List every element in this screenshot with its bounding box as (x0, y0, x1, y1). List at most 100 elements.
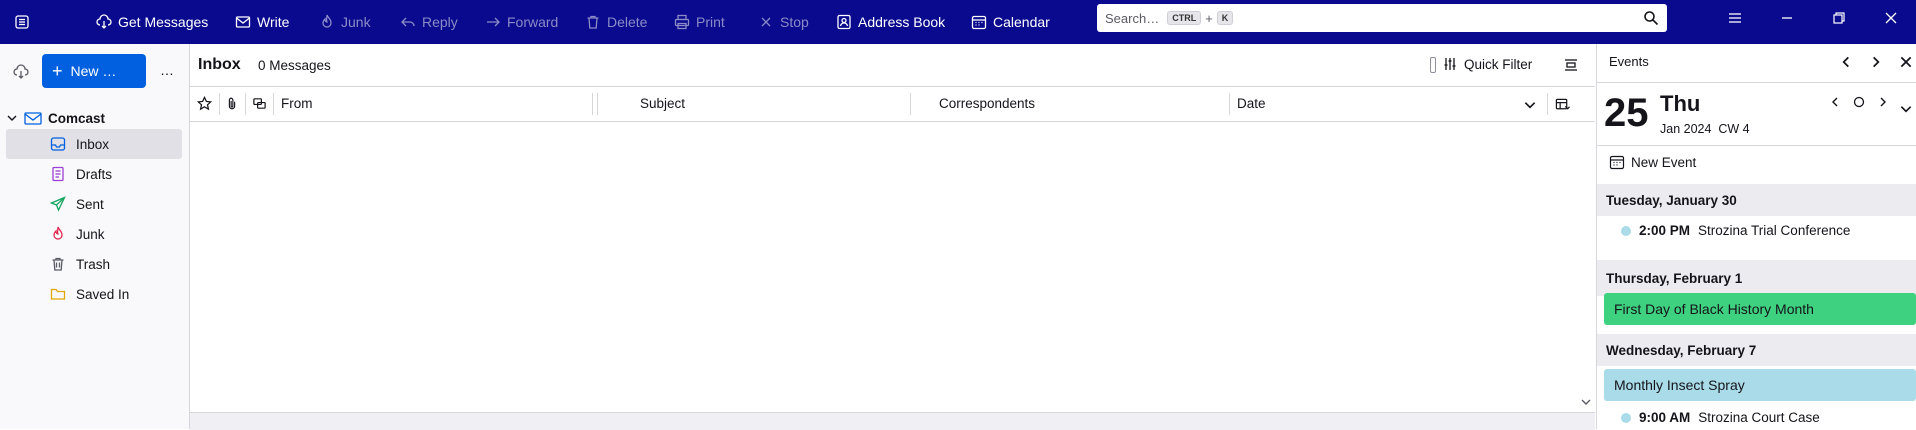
filter-icon (1444, 58, 1456, 70)
column-picker-icon[interactable] (1555, 97, 1570, 112)
day-heading: Tuesday, January 30 (1606, 192, 1737, 208)
calendar-button[interactable]: Calendar (971, 0, 1050, 44)
print-label: Print (696, 14, 725, 30)
close-icon (761, 17, 771, 27)
folder-label-junk: Junk (76, 226, 105, 242)
kbd-plus: + (1205, 10, 1213, 26)
attachment-icon[interactable] (225, 96, 239, 111)
forward-button[interactable]: Forward (485, 0, 558, 44)
message-list-header: Inbox 0 Messages Quick Filter (190, 44, 1595, 87)
message-list-pane: Inbox 0 Messages Quick Filter From Subje… (190, 44, 1595, 430)
search-input[interactable]: Search… CTRL + K (1097, 4, 1667, 32)
trash-icon (587, 15, 599, 29)
folder-label-saved-in: Saved In (76, 286, 130, 302)
thread-icon[interactable] (252, 96, 267, 111)
new-message-button[interactable]: + New Message (42, 54, 146, 88)
folder-trash[interactable]: Trash (6, 249, 182, 279)
get-messages-button[interactable]: Get Messages (96, 0, 208, 44)
event-title: First Day of Black History Month (1614, 301, 1814, 317)
account-row[interactable]: Comcast (6, 106, 105, 130)
new-message-label: New Message (70, 63, 127, 79)
quick-filter-toggle[interactable] (1430, 57, 1436, 73)
event-title: Monthly Insect Spray (1614, 377, 1745, 393)
folder-junk[interactable]: Junk (6, 219, 182, 249)
calendar-label: Calendar (993, 14, 1050, 30)
cloud-download-icon[interactable] (13, 64, 29, 80)
stop-button[interactable]: Stop (758, 0, 809, 44)
kbd-k: K (1216, 11, 1234, 25)
event-time: 2:00 PM (1639, 223, 1691, 238)
folder-title: Inbox (198, 56, 241, 73)
main-toolbar: Get Messages Write Junk Reply Forward De… (0, 0, 1916, 44)
event-title: Strozina Trial Conference (1698, 223, 1851, 238)
next-day-icon[interactable] (1877, 96, 1889, 108)
cloud-download-icon (96, 14, 112, 29)
column-date[interactable]: Date (1237, 96, 1266, 111)
chevron-down-icon[interactable] (6, 112, 18, 124)
sort-chevron-down-icon[interactable] (1523, 98, 1537, 112)
kbd-ctrl: CTRL (1167, 11, 1202, 25)
layout-options-icon[interactable] (1563, 57, 1579, 73)
junk-label: Junk (341, 14, 371, 30)
new-event-label: New Event (1631, 154, 1697, 170)
event-item[interactable]: 2:00 PM Strozina Trial Conference (1621, 223, 1850, 238)
scroll-down-icon[interactable] (1580, 396, 1592, 408)
printer-icon (674, 14, 690, 30)
write-button[interactable]: Write (235, 0, 289, 44)
get-messages-label: Get Messages (118, 14, 209, 30)
event-time: 9:00 AM (1639, 410, 1691, 425)
chevron-left-icon[interactable] (1839, 55, 1853, 69)
new-event-button[interactable]: New Event (1609, 154, 1696, 170)
more-options-button[interactable]: … (160, 62, 174, 78)
horizontal-scrollbar[interactable] (190, 412, 1595, 430)
quick-filter-label: Quick Filter (1464, 56, 1533, 72)
inbox-icon (50, 137, 66, 151)
address-book-button[interactable]: Address Book (836, 0, 945, 44)
quick-filter-button[interactable]: Quick Filter (1442, 56, 1532, 72)
event-title: Strozina Court Case (1698, 410, 1820, 425)
drafts-icon (52, 166, 64, 182)
allday-event[interactable]: Monthly Insect Spray (1604, 369, 1916, 401)
month-year-week: Jan 2024 CW 4 (1660, 122, 1750, 136)
weekday: Thu (1660, 91, 1701, 116)
reply-label: Reply (422, 14, 458, 30)
folder-sent[interactable]: Sent (6, 189, 182, 219)
folder-saved-in[interactable]: Saved In (6, 279, 182, 309)
column-from[interactable]: From (281, 96, 313, 111)
app-menu-icon[interactable] (14, 0, 30, 44)
restore-icon[interactable] (1819, 0, 1859, 36)
address-book-label: Address Book (858, 14, 946, 30)
search-icon[interactable] (1643, 10, 1659, 26)
fire-icon (322, 14, 332, 28)
folder-inbox[interactable]: Inbox (6, 129, 182, 159)
new-event-icon (1609, 155, 1625, 170)
close-pane-icon[interactable] (1899, 55, 1913, 69)
forward-label: Forward (507, 14, 559, 30)
event-item[interactable]: 9:00 AM Strozina Court Case (1621, 410, 1820, 425)
day-number: 25 (1604, 91, 1649, 135)
arrow-right-icon (487, 17, 500, 27)
allday-event[interactable]: First Day of Black History Month (1604, 293, 1916, 325)
window-close-icon[interactable] (1871, 0, 1911, 36)
today-icon[interactable] (1853, 96, 1865, 108)
minimize-icon[interactable] (1767, 0, 1807, 36)
star-icon[interactable] (197, 96, 212, 111)
folder-drafts[interactable]: Drafts (6, 159, 182, 189)
day-heading: Wednesday, February 7 (1606, 342, 1757, 358)
folder-label-drafts: Drafts (76, 166, 113, 182)
delete-label: Delete (607, 14, 648, 30)
print-button[interactable]: Print (674, 0, 725, 44)
column-subject[interactable]: Subject (640, 96, 685, 111)
fire-icon (53, 226, 63, 240)
chevron-right-icon[interactable] (1869, 55, 1883, 69)
prev-day-icon[interactable] (1829, 96, 1841, 108)
junk-button[interactable]: Junk (319, 0, 371, 44)
expand-chevron-icon[interactable] (1899, 102, 1913, 116)
message-count: 0 Messages (258, 58, 331, 73)
column-correspondents[interactable]: Correspondents (939, 96, 1035, 111)
reply-button[interactable]: Reply (400, 0, 458, 44)
write-label: Write (257, 14, 290, 30)
hamburger-menu-icon[interactable] (1715, 0, 1755, 36)
account-mail-icon (24, 112, 42, 125)
delete-button[interactable]: Delete (585, 0, 647, 44)
